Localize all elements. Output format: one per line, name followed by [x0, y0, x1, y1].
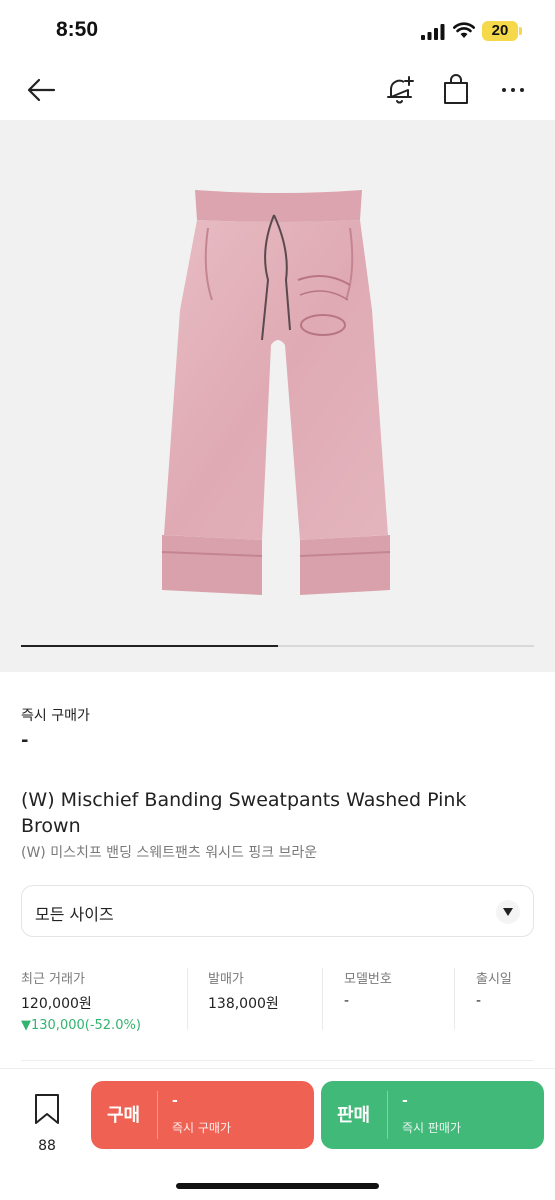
section-divider [21, 1060, 534, 1061]
wishlist-button[interactable]: 88 [22, 1089, 72, 1154]
info-divider [454, 968, 455, 1030]
wifi-icon [453, 22, 475, 38]
more-button[interactable] [496, 72, 532, 108]
instant-buy-label: 즉시 구매가 [21, 708, 90, 724]
buy-separator [157, 1091, 158, 1139]
wishlist-count: 88 [38, 1138, 56, 1154]
model-number-value: - [344, 993, 350, 1009]
product-title: (W) Mischief Banding Sweatpants Washed P… [21, 789, 467, 837]
signal-icon [421, 24, 445, 40]
bell-plus-icon [387, 76, 414, 104]
product-title-korean: (W) 미스치프 밴딩 스웨트팬츠 워시드 핑크 브라운 [21, 845, 318, 861]
sell-sublabel: 즉시 판매가 [402, 1121, 462, 1135]
buy-sublabel: 즉시 구매가 [172, 1121, 232, 1135]
more-dots-icon [502, 88, 524, 92]
product-photo [161, 190, 391, 595]
recent-trade-price: 최근 거래가 120,000원 ▼130,000(-52.0%) [21, 968, 181, 1033]
nav-bar [0, 60, 555, 120]
info-divider [322, 968, 323, 1030]
back-button[interactable] [23, 72, 59, 108]
image-slider-progress [21, 645, 278, 647]
recent-trade-label: 최근 거래가 [21, 972, 85, 987]
back-arrow-icon [27, 78, 56, 102]
sell-separator [387, 1091, 388, 1139]
release-date-label: 출시일 [476, 972, 512, 987]
battery-icon: 20 [482, 21, 518, 41]
model-number: 모델번호 - [344, 968, 454, 1030]
battery-nub [519, 27, 522, 35]
buy-button[interactable]: 구매 - 즉시 구매가 [91, 1081, 314, 1149]
model-number-label: 모델번호 [344, 972, 392, 987]
release-price-label: 발매가 [208, 972, 244, 987]
sell-button[interactable]: 판매 - 즉시 판매가 [321, 1081, 544, 1149]
instant-buy-price: - [21, 730, 29, 751]
info-divider [187, 968, 188, 1030]
image-slider-track [21, 645, 534, 647]
shopping-bag-icon [444, 74, 468, 104]
sell-price: - [402, 1093, 408, 1109]
price-alert-button[interactable] [382, 72, 418, 108]
home-indicator [176, 1183, 379, 1189]
bottom-action-bar: 88 구매 - 즉시 구매가 판매 - 즉시 판매가 [0, 1068, 555, 1200]
release-price-value: 138,000원 [208, 996, 279, 1012]
status-bar: 8:50 20 [0, 0, 555, 60]
release-date: 출시일 - [476, 968, 546, 1030]
buy-price: - [172, 1093, 178, 1109]
release-date-value: - [476, 993, 482, 1009]
cart-button[interactable] [438, 72, 474, 108]
sell-label: 판매 [337, 1105, 371, 1126]
release-price: 발매가 138,000원 [208, 968, 318, 1030]
size-select-value: 모든 사이즈 [35, 905, 114, 924]
recent-trade-value: 120,000원 [21, 996, 92, 1012]
bookmark-icon [35, 1094, 59, 1124]
product-image[interactable] [0, 120, 555, 672]
chevron-down-icon [496, 900, 520, 924]
buy-label: 구매 [107, 1105, 141, 1126]
status-time: 8:50 [56, 18, 99, 41]
size-select[interactable]: 모든 사이즈 [21, 885, 534, 937]
recent-trade-change: ▼130,000(-52.0%) [21, 1018, 141, 1033]
